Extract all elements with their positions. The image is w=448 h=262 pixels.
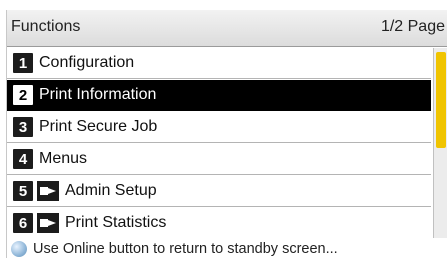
item-number-badge: 5 bbox=[13, 181, 33, 201]
menu-item-admin-setup[interactable]: 5 Admin Setup bbox=[7, 176, 431, 207]
menu-item-print-secure-job[interactable]: 3 Print Secure Job bbox=[7, 112, 431, 143]
menu-item-label: Print Information bbox=[39, 86, 157, 103]
info-icon bbox=[11, 241, 27, 257]
functions-menu-list: 1 Configuration 2 Print Information 3 Pr… bbox=[7, 48, 431, 240]
item-number-badge: 6 bbox=[13, 213, 33, 233]
menu-item-print-information[interactable]: 2 Print Information bbox=[7, 80, 431, 111]
item-number-badge: 1 bbox=[13, 53, 33, 73]
operator-panel-screen: Functions 1/2 Page 1 Configuration 2 Pri… bbox=[6, 10, 447, 258]
key-lock-icon bbox=[37, 181, 59, 201]
key-lock-icon bbox=[37, 213, 59, 233]
item-number-badge: 3 bbox=[13, 117, 33, 137]
menu-item-menus[interactable]: 4 Menus bbox=[7, 144, 431, 175]
item-number-badge: 4 bbox=[13, 149, 33, 169]
menu-item-label: Admin Setup bbox=[65, 182, 157, 199]
screen-header: Functions 1/2 Page bbox=[7, 10, 447, 47]
page-title: Functions bbox=[11, 18, 81, 35]
item-number-badge: 2 bbox=[13, 85, 33, 105]
status-message: Use Online button to return to standby s… bbox=[33, 241, 338, 257]
menu-item-label: Menus bbox=[39, 150, 88, 167]
menu-item-configuration[interactable]: 1 Configuration bbox=[7, 48, 431, 79]
scrollbar-thumb[interactable] bbox=[436, 52, 446, 148]
menu-item-label: Print Statistics bbox=[65, 214, 167, 231]
status-bar: Use Online button to return to standby s… bbox=[7, 238, 447, 258]
menu-item-label: Configuration bbox=[39, 54, 135, 71]
page-indicator: 1/2 Page bbox=[380, 18, 445, 35]
menu-item-label: Print Secure Job bbox=[39, 118, 158, 135]
menu-scrollbar[interactable] bbox=[433, 48, 447, 238]
menu-item-print-statistics[interactable]: 6 Print Statistics bbox=[7, 208, 431, 239]
